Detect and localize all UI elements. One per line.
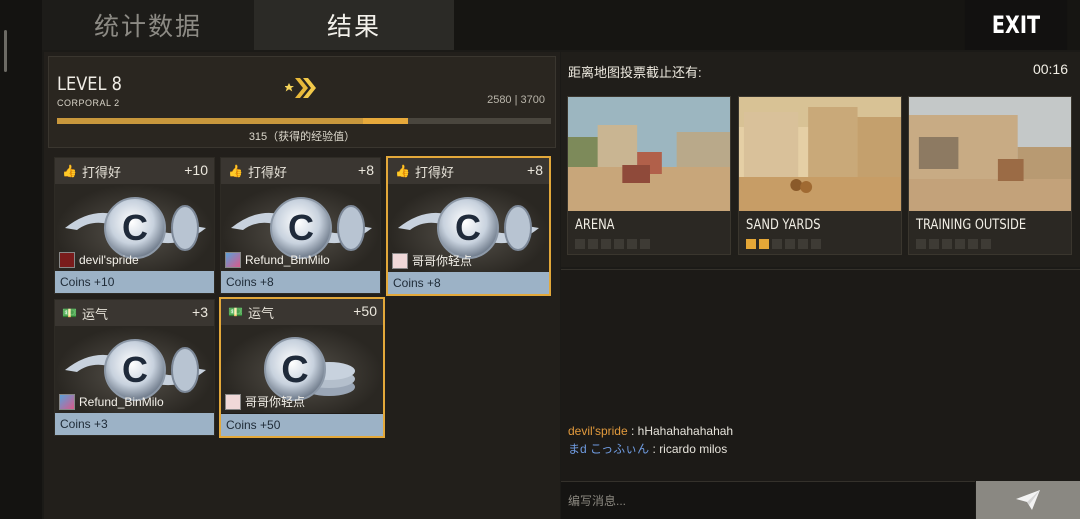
player-name: 哥哥你轻点 [245,395,306,409]
results-panel: LEVEL 8 CORPORAL 2 2580 | 3700 315（获得的经验… [44,52,560,519]
left-edge [0,0,42,519]
send-icon [1016,490,1040,510]
svg-text:C: C [122,349,148,390]
xp-text: 2580 | 3700 [487,94,545,106]
svg-text:C: C [122,207,148,248]
card-coins: Coins +8 [388,272,549,294]
player-name: devil'spride [79,253,139,267]
reward-card-highlighted[interactable]: 👍 打得好 +8 C 哥哥你轻点 Coins +8 [386,156,551,296]
money-icon: 💵 [228,305,243,319]
card-bonus: +8 [358,162,374,178]
card-header: 👍 打得好 [221,158,380,184]
card-player: Refund_BinMilo [59,394,164,410]
card-player: 哥哥你轻点 [225,393,305,410]
map-vote-panel: 距离地图投票截止还有: 00:16 ARENA SAND YARDS TRAIN… [561,52,1080,267]
chat-user: devil'spride [568,424,628,438]
svg-text:C: C [288,207,314,248]
map-preview-sand-yards [739,97,901,211]
thumbs-up-icon: 👍 [395,164,410,178]
card-bonus: +3 [192,304,208,320]
card-label: 打得好 [248,164,288,180]
map-preview-arena [568,97,730,211]
reward-card-highlighted[interactable]: 💵 运气 +50 C 哥哥你轻点 Coins +50 [219,297,385,438]
player-name: Refund_BinMilo [79,395,164,409]
rank-chevron-icon [285,78,316,98]
card-player: devil'spride [59,252,139,268]
card-label: 打得好 [415,164,455,180]
reward-card[interactable]: 💵 运气 +3 C Refund_BinMilo Coins +3 [54,299,215,436]
vote-indicator [575,239,650,249]
chat-input[interactable]: 编写消息... [561,481,975,519]
vote-indicator [916,239,991,249]
chat-message: devil'spride : hHahahahahahah [568,424,733,438]
level-title: LEVEL 8 [57,73,122,95]
map-name: ARENA [575,217,615,233]
map-card-training-outside[interactable]: TRAINING OUTSIDE [908,96,1072,255]
tab-stats[interactable]: 统计数据 [42,0,254,50]
card-coins: Coins +50 [221,414,383,436]
xp-gain [363,118,408,124]
map-name: SAND YARDS [746,217,821,233]
card-coins: Coins +8 [221,271,380,293]
map-card-sand-yards[interactable]: SAND YARDS [738,96,902,255]
vote-title: 距离地图投票截止还有: [568,65,702,80]
map-preview-training-outside [909,97,1071,211]
chat-panel: devil'spride : hHahahahahahah まd こっふぃん :… [561,269,1080,481]
svg-text:C: C [455,207,481,248]
chat-separator: : [649,442,660,456]
vote-indicator [746,239,821,249]
card-coins: Coins +3 [55,413,214,435]
money-icon: 💵 [62,306,77,320]
card-bonus: +50 [353,303,377,319]
reward-card[interactable]: 👍 打得好 +10 C devil'spride Coins +10 [54,157,215,294]
thumbs-up-icon: 👍 [62,164,77,178]
map-name: TRAINING OUTSIDE [916,217,1027,233]
chat-message: まd こっふぃん : ricardo milos [568,440,727,457]
level-box: LEVEL 8 CORPORAL 2 2580 | 3700 315（获得的经验… [48,56,556,148]
chat-text: ricardo milos [659,442,728,456]
card-label: 运气 [82,306,109,322]
player-name: 哥哥你轻点 [412,254,473,268]
thumbs-up-icon: 👍 [228,164,243,178]
level-rank: CORPORAL 2 [57,98,120,108]
chat-separator: : [627,424,638,438]
chat-user: まd こっふぃん [568,442,650,456]
avatar [392,252,408,269]
xp-caption: 315（获得的经验值） [248,131,356,143]
vote-timer: 00:16 [1032,61,1068,77]
xp-bar [57,118,551,124]
side-handle[interactable] [4,30,7,72]
card-bonus: +10 [184,162,208,178]
send-button[interactable] [976,481,1080,519]
card-label: 打得好 [82,164,122,180]
avatar [225,252,241,268]
map-card-arena[interactable]: ARENA [567,96,731,255]
avatar [59,394,75,410]
xp-fill [57,118,364,124]
card-player: Refund_BinMilo [225,252,330,268]
card-player: 哥哥你轻点 [392,252,472,269]
svg-text:C: C [281,349,308,391]
card-header: 👍 打得好 [388,158,549,184]
top-bar: 统计数据 结果 EXIT [42,0,1080,50]
card-label: 运气 [248,305,275,321]
card-bonus: +8 [527,162,543,178]
avatar [59,252,75,268]
reward-card[interactable]: 👍 打得好 +8 C Refund_BinMilo Coins +8 [220,157,381,294]
player-name: Refund_BinMilo [245,253,330,267]
card-coins: Coins +10 [55,271,214,293]
avatar [225,393,241,410]
chat-text: hHahahahahahah [637,424,734,438]
tab-results[interactable]: 结果 [254,0,454,50]
exit-button[interactable]: EXIT [964,0,1068,50]
card-header: 💵 运气 [55,300,214,326]
